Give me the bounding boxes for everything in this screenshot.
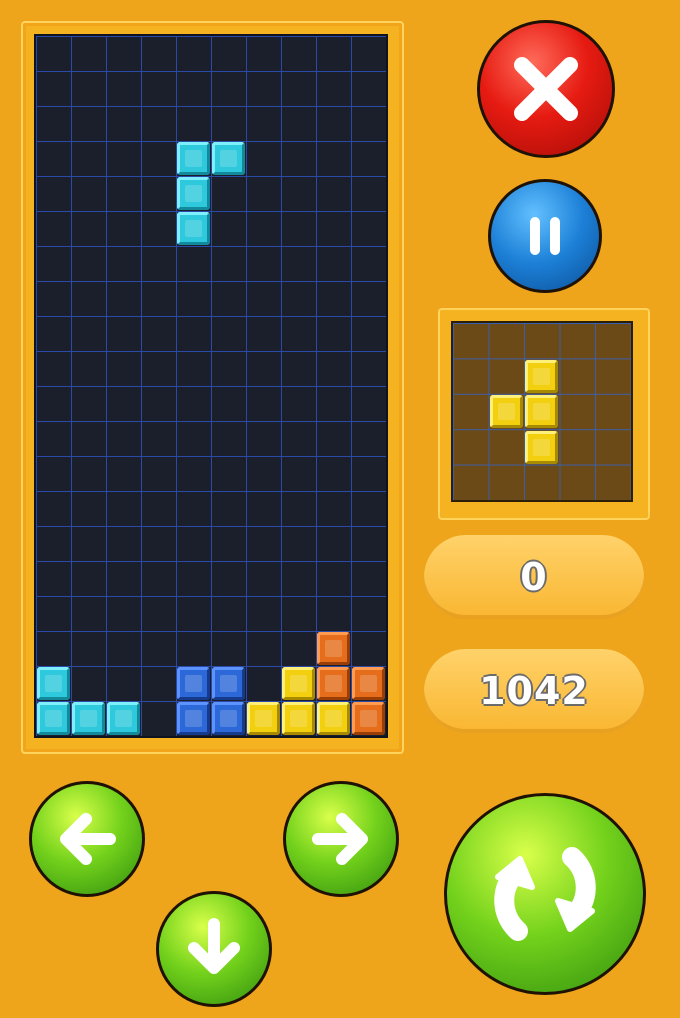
settled-block	[177, 702, 210, 735]
settled-block	[352, 702, 385, 735]
rotate-button[interactable]	[444, 793, 646, 995]
settled-block	[317, 702, 350, 735]
rotate-icon	[494, 847, 596, 941]
falling-block	[177, 212, 210, 245]
settled-block	[72, 702, 105, 735]
falling-block	[177, 142, 210, 175]
settled-block	[107, 702, 140, 735]
settled-block	[282, 702, 315, 735]
pause-button[interactable]	[488, 179, 602, 293]
settled-block	[247, 702, 280, 735]
next-piece-block	[525, 359, 558, 393]
settled-block	[37, 702, 70, 735]
settled-block	[282, 667, 315, 700]
next-piece-block	[525, 395, 558, 428]
lines-counter: 0	[424, 535, 644, 619]
next-piece-block	[525, 430, 558, 464]
falling-block	[177, 177, 210, 210]
settled-block	[212, 702, 245, 735]
next-piece-block	[489, 395, 523, 428]
settled-block	[212, 667, 245, 700]
falling-block	[212, 142, 245, 175]
close-icon	[514, 57, 578, 121]
settled-block	[317, 632, 350, 665]
close-button[interactable]	[477, 20, 615, 158]
drop-down-button[interactable]	[156, 891, 272, 1007]
game-board	[36, 36, 386, 736]
move-left-button[interactable]	[29, 781, 145, 897]
arrow-down-icon	[188, 918, 240, 974]
settled-block	[317, 667, 350, 700]
arrow-left-icon	[60, 813, 116, 865]
settled-block	[177, 667, 210, 700]
move-right-button[interactable]	[283, 781, 399, 897]
arrow-right-icon	[312, 813, 368, 865]
settled-block	[37, 667, 70, 700]
settled-block	[352, 667, 385, 700]
next-piece-preview	[453, 323, 631, 500]
score-counter: 1042	[424, 649, 644, 733]
pause-icon	[530, 217, 560, 255]
